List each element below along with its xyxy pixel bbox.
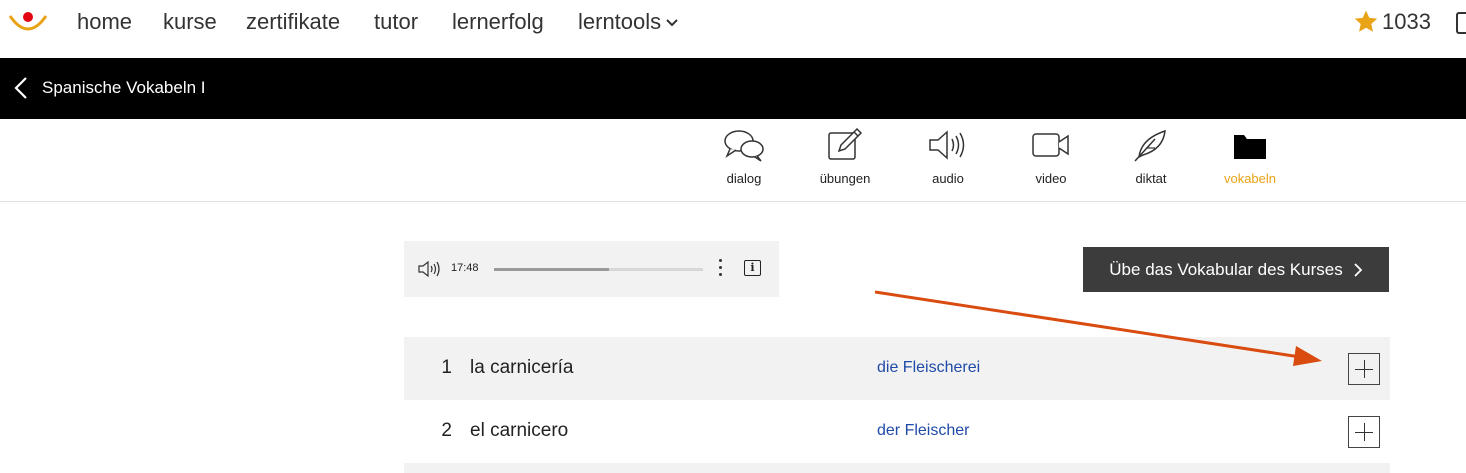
- list-item: [404, 463, 1390, 473]
- audio-progress-bar[interactable]: [494, 268, 703, 271]
- list-item: 1 la carnicería die Fleischerei: [404, 337, 1390, 400]
- info-icon[interactable]: i: [744, 260, 761, 276]
- tab-vokabeln[interactable]: vokabeln: [1210, 127, 1290, 186]
- feather-icon: [1134, 129, 1166, 162]
- pencil-icon: [828, 127, 863, 160]
- tab-video-label: video: [1035, 171, 1067, 186]
- tab-vokabeln-label: vokabeln: [1223, 171, 1277, 186]
- nav-home[interactable]: home: [77, 9, 132, 35]
- profile-icon[interactable]: [1456, 12, 1466, 34]
- audio-duration: 17:48: [451, 262, 479, 274]
- lesson-tabs: dialog übungen audio video diktat vokabe…: [0, 119, 1466, 202]
- chevron-right-icon: [1354, 262, 1362, 277]
- vocab-term[interactable]: la carnicería: [470, 357, 574, 379]
- chevron-left-icon[interactable]: [14, 76, 28, 100]
- add-vocab-button[interactable]: [1348, 353, 1380, 385]
- tab-diktat-label: diktat: [1135, 171, 1167, 186]
- list-item: 2 el carnicero der Fleischer: [404, 400, 1390, 463]
- course-title: Spanische Vokabeln I: [42, 78, 206, 97]
- logo-icon[interactable]: [8, 8, 48, 36]
- tab-uebungen-label: übungen: [819, 171, 871, 186]
- tab-dialog-label: dialog: [726, 171, 762, 186]
- vocab-number: 1: [441, 357, 452, 378]
- vocab-term[interactable]: el carnicero: [470, 420, 568, 442]
- add-vocab-button[interactable]: [1348, 416, 1380, 448]
- nav-zertifikate[interactable]: zertifikate: [246, 9, 340, 35]
- audio-progress-fill: [494, 268, 609, 271]
- points-display[interactable]: 1033: [1352, 9, 1431, 35]
- vocab-number: 2: [441, 420, 452, 441]
- nav-lernerfolg[interactable]: lernerfolg: [452, 9, 544, 35]
- practice-vocabulary-label: Übe das Vokabular des Kurses: [1109, 259, 1343, 279]
- speaker-icon: [929, 130, 965, 160]
- folder-icon: [1234, 135, 1266, 159]
- chevron-down-icon: [666, 19, 678, 27]
- nav-lerntools[interactable]: lerntools: [578, 9, 679, 35]
- nav-lerntools-label: lerntools: [578, 9, 662, 34]
- audio-player: 17:48 i: [404, 241, 779, 297]
- tab-uebungen[interactable]: übungen: [805, 127, 885, 186]
- nav-kurse[interactable]: kurse: [163, 9, 217, 35]
- vocab-translation[interactable]: die Fleischerei: [877, 359, 980, 377]
- tab-audio[interactable]: audio: [908, 127, 988, 186]
- tab-video[interactable]: video: [1011, 127, 1091, 186]
- tab-audio-label: audio: [932, 171, 964, 186]
- more-options-icon[interactable]: [716, 259, 724, 279]
- tab-dialog[interactable]: dialog: [704, 127, 784, 186]
- practice-vocabulary-button[interactable]: Übe das Vokabular des Kurses: [1083, 247, 1389, 292]
- vocabulary-list: 1 la carnicería die Fleischerei 2 el car…: [404, 337, 1390, 473]
- star-icon: [1354, 10, 1378, 32]
- volume-icon[interactable]: [418, 261, 444, 277]
- speech-bubbles-icon: [724, 130, 764, 162]
- points-value: 1033: [1382, 9, 1431, 34]
- video-camera-icon: [1032, 133, 1069, 157]
- nav-tutor[interactable]: tutor: [374, 9, 418, 35]
- top-navigation: home kurse zertifikate tutor lernerfolg …: [0, 0, 1466, 58]
- vocab-translation[interactable]: der Fleischer: [877, 422, 969, 440]
- course-title-bar: Spanische Vokabeln I: [0, 58, 1466, 119]
- tab-diktat[interactable]: diktat: [1111, 127, 1191, 186]
